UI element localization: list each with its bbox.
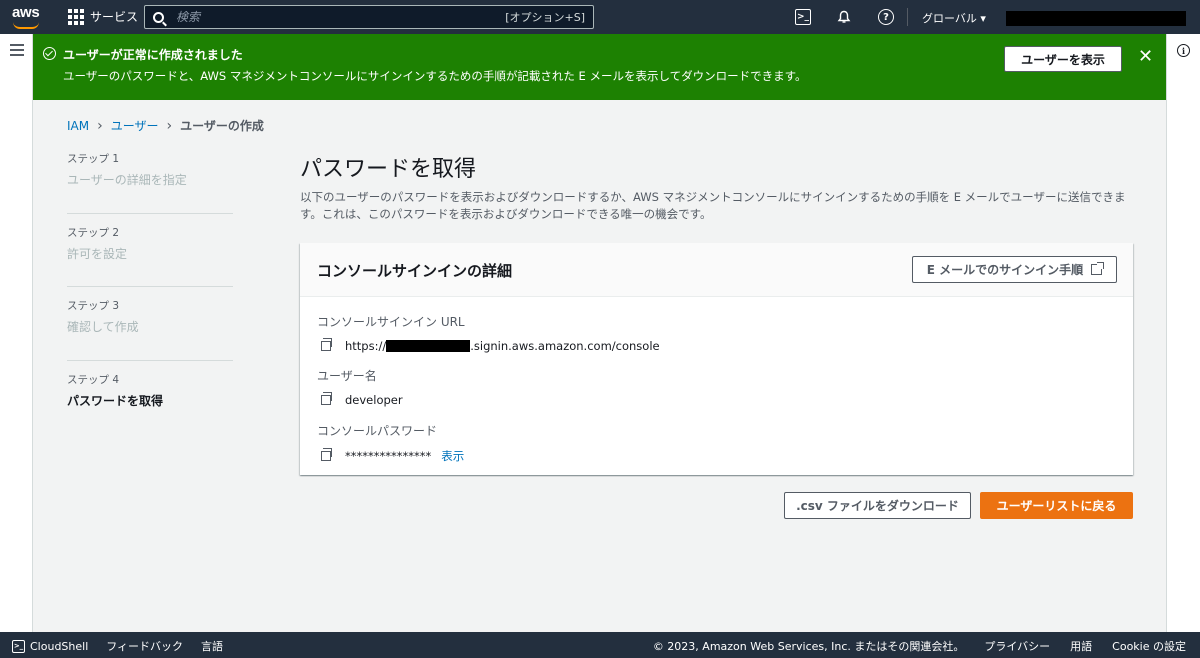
top-navigation: aws サービス [オプション+S] >_ ? グローバル ▾: [0, 0, 1200, 34]
password-value: *************** 表示: [317, 448, 464, 464]
password-label: コンソールパスワード: [317, 424, 438, 438]
language-link[interactable]: 言語: [201, 638, 223, 654]
terminal-icon[interactable]: >_: [795, 9, 811, 25]
signin-url-label: コンソールサインイン URL: [317, 315, 465, 329]
signin-url-value: https:// .signin.aws.amazon.com/console: [317, 338, 660, 353]
username-field: ユーザー名 developer: [317, 367, 403, 407]
username-label: ユーザー名: [317, 369, 377, 383]
return-to-users-button[interactable]: ユーザーリストに戻る: [980, 492, 1133, 519]
copy-icon[interactable]: [321, 392, 332, 405]
panel-header: コンソールサインインの詳細 E メールでのサインイン手順: [300, 243, 1133, 297]
url-prefix: https://: [345, 339, 387, 353]
step-desc: ユーザーの詳細を指定: [67, 173, 187, 187]
flash-title: ユーザーが正常に作成されました: [63, 48, 243, 62]
step-desc: 許可を設定: [67, 246, 128, 261]
flash-message: ユーザーのパスワードと、AWS マネジメントコンソールにサインインするための手順…: [63, 69, 807, 83]
chevron-right-icon: ›: [166, 117, 173, 134]
step-desc: パスワードを取得: [67, 393, 164, 408]
password-masked: ***************: [345, 449, 432, 463]
cloudshell-label: CloudShell: [30, 639, 89, 653]
page-title: パスワードを取得: [300, 157, 477, 182]
nav-divider: [907, 8, 908, 26]
password-field: コンソールパスワード *************** 表示: [317, 422, 464, 464]
terms-link[interactable]: 用語: [1070, 638, 1092, 654]
left-rail: [0, 34, 33, 632]
info-icon[interactable]: i: [1177, 44, 1190, 57]
step-desc: 確認して作成: [67, 320, 139, 334]
cloudshell-button[interactable]: >_ CloudShell: [12, 639, 89, 653]
search-icon: [153, 11, 164, 23]
email-button-label: E メールでのサインイン手順: [926, 263, 1084, 277]
copyright-text: © 2023, Amazon Web Services, Inc. またはその関…: [652, 640, 965, 653]
breadcrumb: IAM › ユーザー › ユーザーの作成: [67, 117, 264, 134]
show-password-link[interactable]: 表示: [441, 448, 464, 464]
close-icon[interactable]: ✕: [1138, 46, 1153, 67]
breadcrumb-users[interactable]: ユーザー: [111, 117, 159, 134]
copy-icon[interactable]: [321, 338, 332, 351]
wizard-step-1[interactable]: ステップ 1 ユーザーの詳細を指定: [67, 151, 233, 214]
footer-left: >_ CloudShell フィードバック 言語: [12, 638, 223, 654]
console-signin-details-panel: コンソールサインインの詳細 E メールでのサインイン手順 コンソールサインイン …: [300, 243, 1133, 475]
cookie-settings-link[interactable]: Cookie の設定: [1112, 638, 1186, 654]
help-icon[interactable]: ?: [878, 9, 894, 25]
wizard-step-4: ステップ 4 パスワードを取得: [67, 372, 233, 435]
copy-icon[interactable]: [321, 448, 332, 461]
bell-icon[interactable]: [836, 9, 852, 25]
feedback-link[interactable]: フィードバック: [106, 638, 183, 654]
search-bar[interactable]: [オプション+S]: [144, 5, 594, 29]
page-description: 以下のユーザーのパスワードを表示およびダウンロードするか、AWS マネジメントコ…: [300, 190, 1126, 221]
chevron-right-icon: ›: [97, 117, 103, 134]
privacy-link[interactable]: プライバシー: [984, 638, 1050, 654]
step-label: ステップ 4: [67, 373, 120, 386]
services-label: サービス: [90, 10, 139, 24]
wizard-step-3[interactable]: ステップ 3 確認して作成: [67, 298, 233, 361]
region-selector[interactable]: グローバル ▾: [922, 10, 986, 26]
grid-icon: [68, 8, 84, 25]
email-signin-instructions-button[interactable]: E メールでのサインイン手順: [912, 256, 1117, 283]
panel-title: コンソールサインインの詳細: [317, 262, 513, 280]
right-rail: i: [1166, 34, 1200, 632]
step-label: ステップ 3: [67, 300, 120, 312]
step-label: ステップ 2: [67, 226, 120, 239]
download-csv-button[interactable]: .csv ファイルをダウンロード: [784, 492, 971, 519]
signin-url-field: コンソールサインイン URL https:// .signin.aws.amaz…: [317, 313, 660, 353]
url-suffix: .signin.aws.amazon.com/console: [470, 339, 660, 353]
aws-logo-smile: [13, 22, 39, 29]
wizard-step-2[interactable]: ステップ 2 許可を設定: [67, 225, 233, 287]
account-menu-redacted[interactable]: [1006, 11, 1186, 26]
check-circle-icon: [43, 47, 56, 60]
footer-right: © 2023, Amazon Web Services, Inc. またはその関…: [653, 638, 1186, 654]
menu-icon[interactable]: [10, 44, 24, 59]
username-value: developer: [317, 392, 403, 407]
success-flash-banner: ユーザーが正常に作成されました ユーザーのパスワードと、AWS マネジメントコン…: [33, 34, 1166, 100]
wizard-steps: ステップ 1 ユーザーの詳細を指定 ステップ 2 許可を設定 ステップ 3 確認…: [67, 151, 233, 445]
search-input[interactable]: [176, 10, 506, 24]
terminal-icon: >_: [12, 639, 25, 653]
step-label: ステップ 1: [67, 153, 120, 165]
services-menu-button[interactable]: サービス: [68, 8, 138, 25]
external-link-icon: [1091, 262, 1105, 275]
username-text: developer: [345, 393, 403, 407]
view-user-button[interactable]: ユーザーを表示: [1004, 46, 1122, 72]
footer: >_ CloudShell フィードバック 言語 © 2023, Amazon …: [0, 632, 1200, 658]
search-shortcut-hint: [オプション+S]: [505, 11, 585, 24]
aws-logo[interactable]: aws: [12, 4, 42, 30]
redacted-account-id: [386, 340, 471, 352]
breadcrumb-create-user: ユーザーの作成: [180, 119, 264, 133]
breadcrumb-iam[interactable]: IAM: [67, 119, 89, 133]
aws-logo-text: aws: [12, 4, 40, 21]
